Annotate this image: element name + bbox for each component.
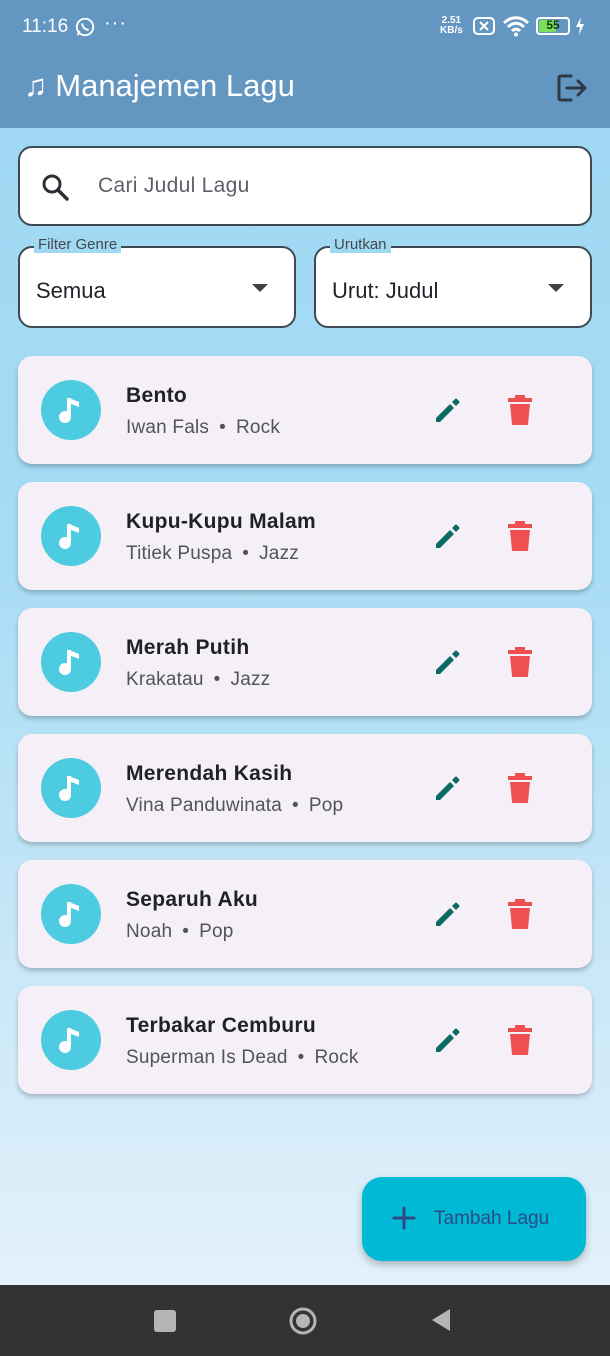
song-subtitle: Titiek Puspa • Jazz [126, 543, 299, 565]
dropdown-arrow-icon [548, 284, 564, 292]
song-avatar [41, 380, 101, 440]
battery-percent: 55 [546, 18, 560, 32]
song-artist: Noah [126, 921, 173, 942]
back-icon[interactable] [430, 1307, 452, 1333]
app-title-text: Manajemen Lagu [55, 68, 295, 103]
song-card[interactable]: Bento Iwan Fals • Rock [18, 356, 592, 464]
recents-icon[interactable] [154, 1310, 176, 1332]
search-placeholder: Cari Judul Lagu [98, 174, 250, 197]
song-title: Kupu-Kupu Malam [126, 510, 316, 533]
home-icon[interactable] [288, 1306, 318, 1336]
no-sim-icon [473, 17, 495, 35]
top-bar: 11:16 ··· 2.51 KB/s 55 ♫ Manajemen Lagu [0, 0, 610, 128]
song-title: Bento [126, 384, 187, 407]
delete-icon[interactable] [506, 394, 534, 426]
sort-value: Urut: Judul [332, 278, 439, 303]
song-title: Separuh Aku [126, 888, 259, 911]
edit-icon[interactable] [432, 772, 464, 804]
sort-dropdown[interactable]: Urutkan Urut: Judul [314, 236, 592, 328]
song-avatar [41, 632, 101, 692]
song-subtitle: Krakatau • Jazz [126, 669, 270, 691]
edit-icon[interactable] [432, 1024, 464, 1056]
song-title: Terbakar Cemburu [126, 1014, 316, 1037]
search-icon [42, 174, 69, 201]
song-genre: Pop [199, 921, 234, 942]
song-card[interactable]: Merendah Kasih Vina Panduwinata • Pop [18, 734, 592, 842]
song-genre: Rock [314, 1047, 359, 1068]
song-card[interactable]: Kupu-Kupu Malam Titiek Puspa • Jazz [18, 482, 592, 590]
search-input[interactable]: Cari Judul Lagu [18, 146, 592, 226]
net-speed: 2.51 KB/s [440, 15, 463, 36]
separator: • [242, 543, 250, 564]
separator: • [292, 795, 299, 816]
song-genre: Rock [235, 417, 281, 438]
whatsapp-icon [75, 17, 95, 37]
battery-icon: 55 [536, 17, 570, 35]
edit-icon[interactable] [432, 394, 464, 426]
song-avatar [41, 884, 101, 944]
music-note-icon [59, 398, 79, 423]
add-song-button[interactable]: Tambah Lagu [362, 1177, 586, 1261]
sort-label: Urutkan [330, 236, 391, 253]
music-note-icon [59, 650, 79, 675]
song-artist: Iwan Fals [126, 417, 210, 438]
song-card[interactable]: Terbakar Cemburu Superman Is Dead • Rock [18, 986, 592, 1094]
song-artist: Titiek Puspa [126, 543, 233, 564]
song-subtitle: Superman Is Dead • Rock [126, 1047, 359, 1069]
song-genre: Jazz [230, 669, 271, 690]
status-bar: 11:16 ··· 2.51 KB/s 55 [0, 0, 610, 56]
edit-icon[interactable] [432, 646, 464, 678]
song-title: Merendah Kasih [126, 762, 293, 785]
genre-filter-value: Semua [36, 278, 106, 303]
song-subtitle: Vina Panduwinata • Pop [126, 795, 343, 817]
delete-icon[interactable] [506, 772, 534, 804]
music-note-icon [59, 776, 79, 801]
system-nav-bar [0, 1285, 610, 1356]
song-artist: Superman Is Dead [126, 1047, 288, 1068]
delete-icon[interactable] [506, 646, 534, 678]
song-genre: Jazz [259, 543, 299, 564]
music-note-icon [59, 524, 79, 549]
separator: • [219, 417, 226, 438]
music-note-icon: ♫ [24, 68, 48, 103]
status-overflow: ··· [104, 12, 127, 34]
song-artist: Vina Panduwinata [126, 795, 283, 816]
song-subtitle: Noah • Pop [126, 921, 234, 943]
music-note-icon [59, 902, 79, 927]
music-note-icon [59, 1028, 79, 1053]
status-time: 11:16 [22, 16, 69, 37]
genre-filter-label: Filter Genre [34, 236, 122, 253]
dropdown-arrow-icon [252, 284, 268, 292]
wifi-icon [502, 16, 530, 37]
song-avatar [41, 506, 101, 566]
delete-icon[interactable] [506, 520, 534, 552]
edit-icon[interactable] [432, 520, 464, 552]
app-title: ♫ Manajemen Lagu [24, 68, 295, 104]
separator: • [297, 1047, 305, 1068]
logout-icon[interactable] [554, 70, 590, 106]
song-title: Merah Putih [126, 636, 250, 659]
charging-icon [576, 17, 584, 35]
plus-icon [392, 1206, 416, 1230]
add-song-label: Tambah Lagu [434, 1208, 550, 1229]
delete-icon[interactable] [506, 898, 534, 930]
separator: • [182, 921, 190, 942]
separator: • [213, 669, 221, 690]
song-avatar [41, 758, 101, 818]
genre-filter-dropdown[interactable]: Filter Genre Semua [18, 236, 296, 328]
song-genre: Pop [308, 795, 344, 816]
edit-icon[interactable] [432, 898, 464, 930]
song-card[interactable]: Merah Putih Krakatau • Jazz [18, 608, 592, 716]
song-avatar [41, 1010, 101, 1070]
song-artist: Krakatau [126, 669, 204, 690]
delete-icon[interactable] [506, 1024, 534, 1056]
song-card[interactable]: Separuh Aku Noah • Pop [18, 860, 592, 968]
song-subtitle: Iwan Fals • Rock [126, 417, 280, 439]
